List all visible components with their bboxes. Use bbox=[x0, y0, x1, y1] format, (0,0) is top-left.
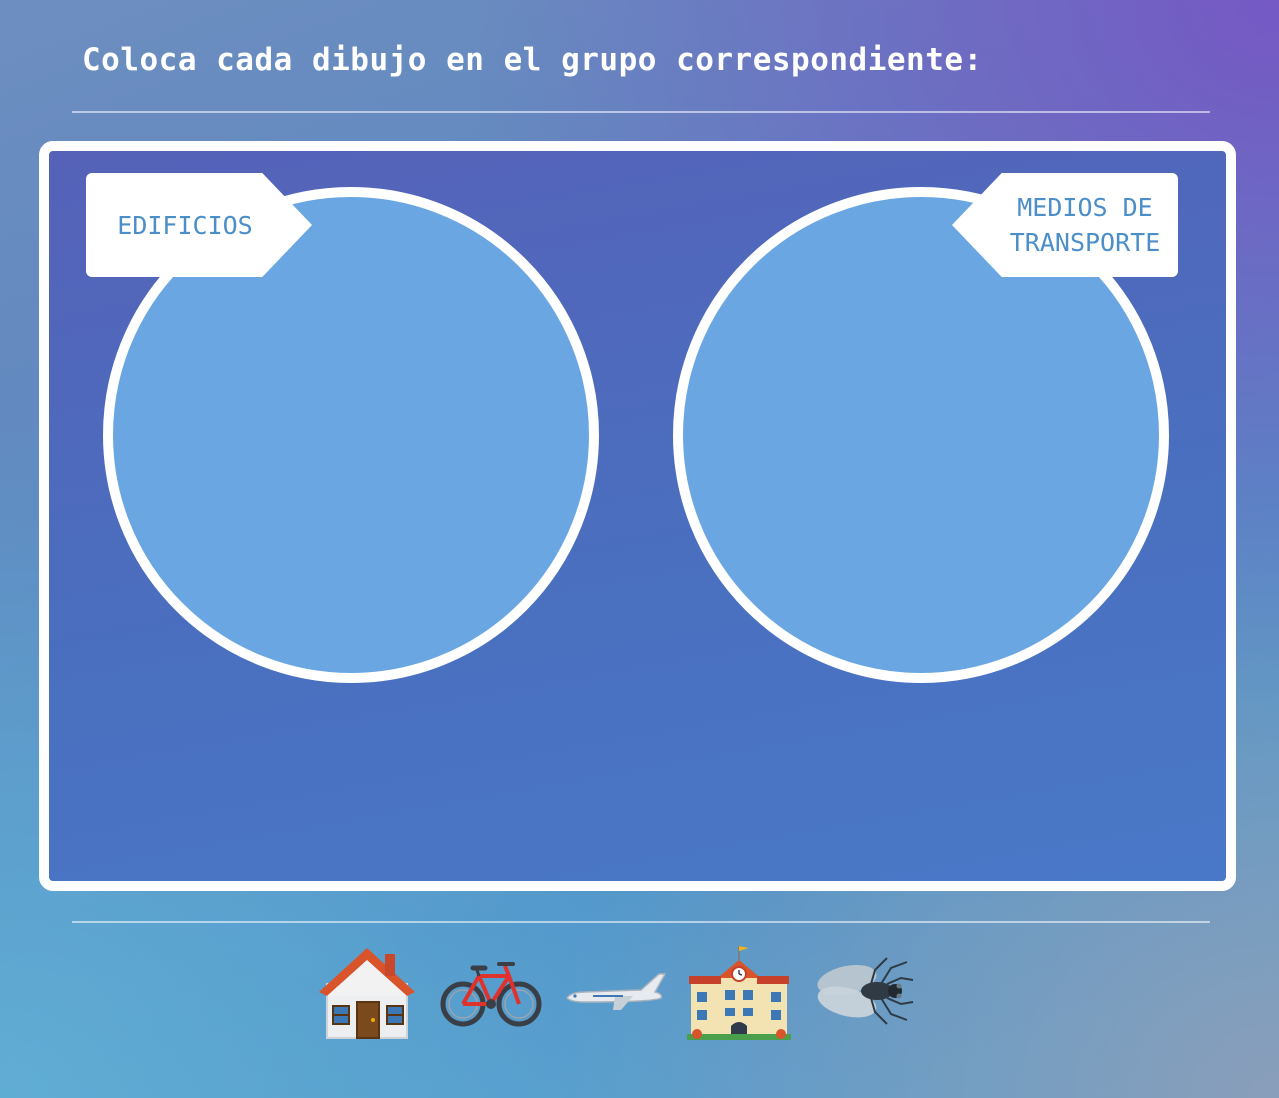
group-label-text: EDIFICIOS bbox=[117, 210, 253, 240]
top-divider bbox=[72, 111, 1210, 113]
draggable-item-school[interactable] bbox=[687, 940, 791, 1044]
draggable-item-airplane[interactable] bbox=[563, 940, 667, 1044]
draggable-item-house[interactable] bbox=[315, 940, 419, 1044]
school-icon bbox=[687, 946, 791, 1040]
airplane-icon bbox=[566, 973, 667, 1010]
fly-icon bbox=[817, 957, 914, 1025]
draggable-item-bicycle[interactable] bbox=[439, 940, 543, 1044]
group-label-text-line-2: TRANSPORTE bbox=[1009, 228, 1161, 257]
group-label-text-line-1: MEDIOS DE bbox=[1017, 193, 1153, 222]
draggable-items-tray bbox=[315, 940, 915, 1044]
house-icon bbox=[319, 948, 415, 1039]
bottom-divider bbox=[72, 921, 1210, 923]
instruction-title: Coloca cada dibujo en el grupo correspon… bbox=[82, 42, 983, 78]
bicycle-icon bbox=[440, 962, 542, 1027]
draggable-item-fly[interactable] bbox=[811, 940, 915, 1044]
